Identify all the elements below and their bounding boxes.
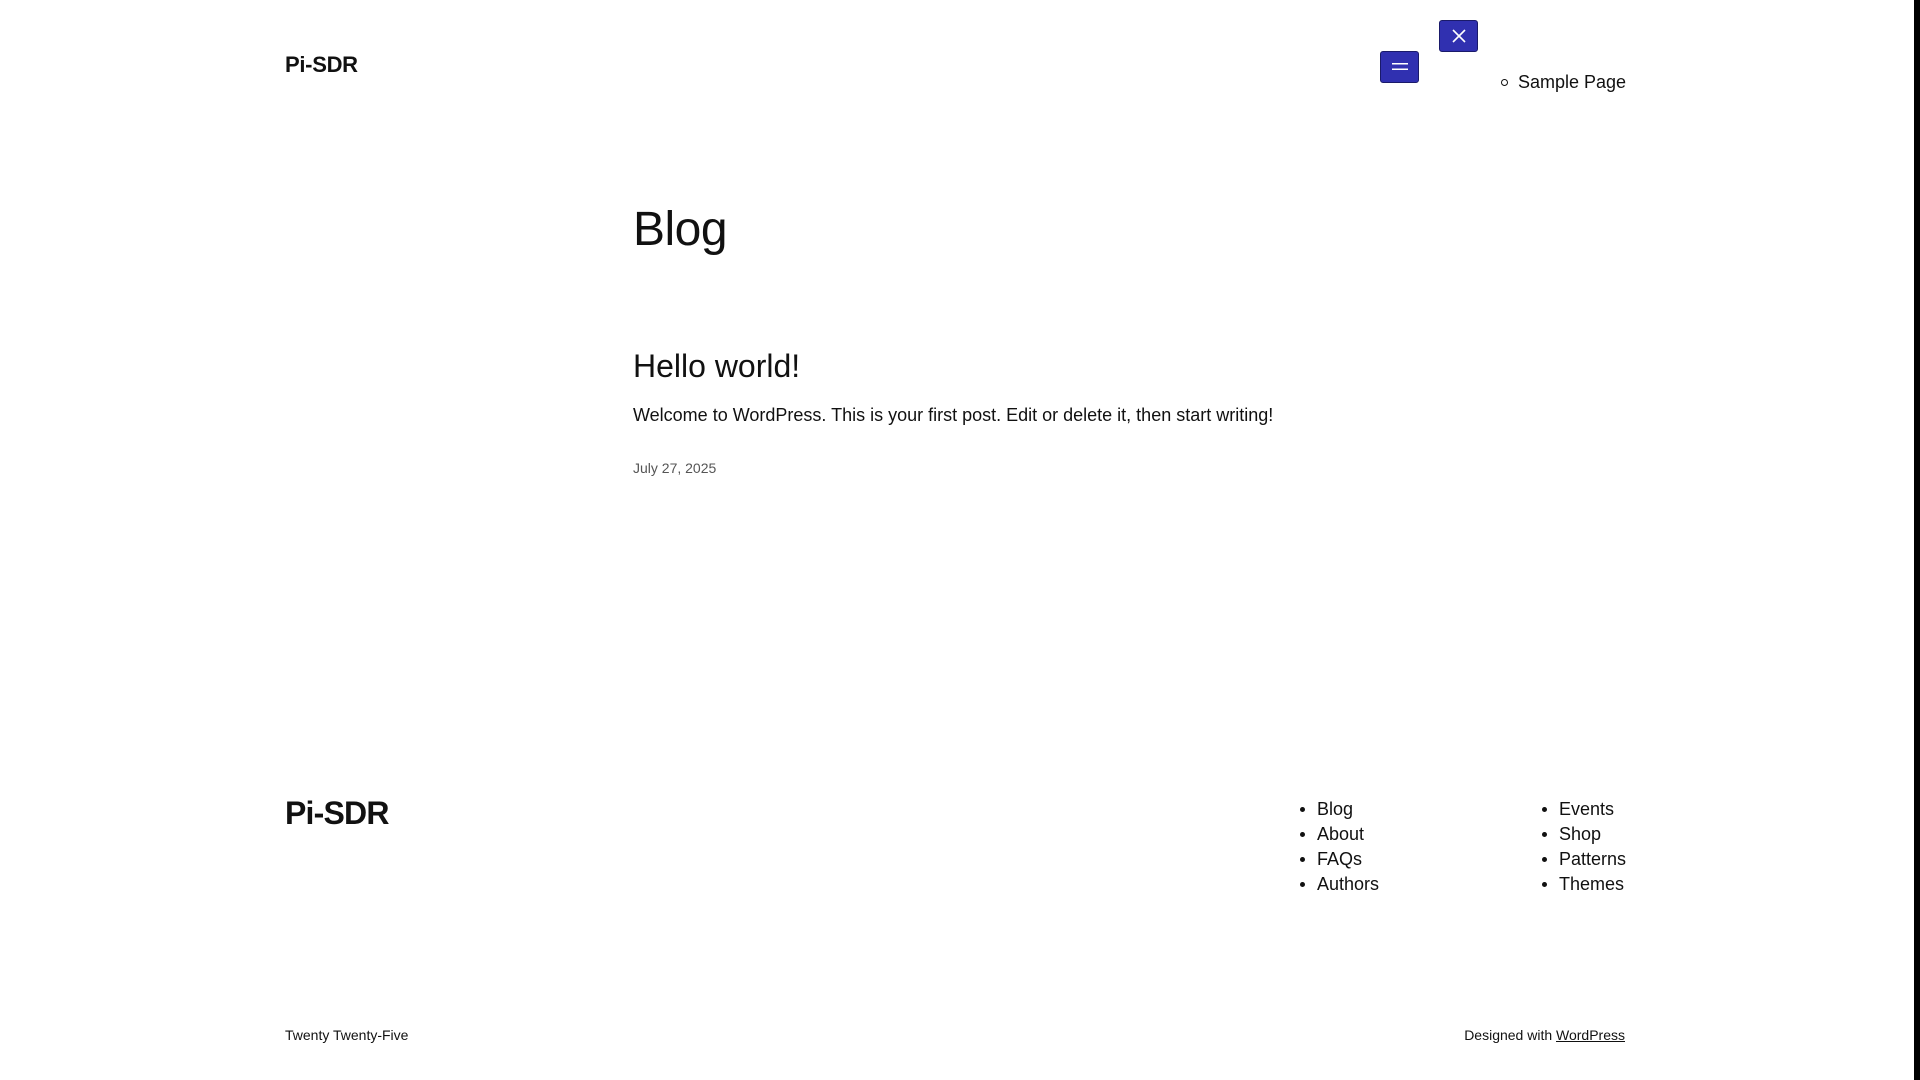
footer-nav-label: Patterns — [1559, 849, 1627, 869]
footer-nav-item-blog[interactable]: Blog — [1300, 798, 1379, 823]
close-menu-button[interactable] — [1439, 20, 1478, 52]
designed-with-credit: Designed with WordPress — [1464, 1027, 1625, 1043]
theme-credit: Twenty Twenty-Five — [285, 1027, 409, 1043]
designed-with-prefix: Designed with — [1464, 1027, 1553, 1043]
footer-nav-item-authors[interactable]: Authors — [1300, 873, 1380, 898]
post-date[interactable]: July 27, 2025 — [633, 460, 716, 476]
nav-item-sample-page[interactable]: Sample Page — [1501, 72, 1627, 93]
close-icon — [1451, 29, 1466, 43]
nav-item-label: Sample Page — [1518, 72, 1627, 92]
footer-nav-column-2: Events Shop Patterns Themes — [1542, 798, 1627, 898]
footer-nav-item-about[interactable]: About — [1300, 823, 1379, 848]
footer-nav-item-shop[interactable]: Shop — [1542, 823, 1626, 848]
list-bullet — [1542, 807, 1547, 812]
footer-nav-item-events[interactable]: Events — [1542, 798, 1626, 823]
post-excerpt: Welcome to WordPress. This is your first… — [633, 405, 1274, 425]
footer-site-title[interactable]: Pi-SDR — [285, 795, 389, 832]
header-navigation: Sample Page — [1501, 72, 1627, 93]
footer-nav-label: Shop — [1559, 824, 1602, 844]
list-bullet — [1542, 832, 1547, 837]
footer-nav-item-faqs[interactable]: FAQs — [1300, 848, 1379, 873]
list-bullet — [1300, 807, 1305, 812]
list-bullet — [1300, 832, 1305, 837]
footer-nav-item-themes[interactable]: Themes — [1542, 873, 1626, 898]
open-menu-button[interactable] — [1380, 51, 1419, 83]
page-title: Blog — [633, 203, 728, 256]
nav-bullet — [1501, 79, 1508, 86]
list-bullet — [1542, 857, 1547, 862]
footer-nav-label: Authors — [1317, 874, 1380, 894]
site-title[interactable]: Pi-SDR — [285, 52, 358, 78]
footer-nav-label: Blog — [1317, 799, 1354, 819]
footer-nav-label: FAQs — [1317, 849, 1363, 869]
hamburger-icon — [1391, 63, 1408, 70]
wordpress-link[interactable]: WordPress — [1556, 1027, 1625, 1043]
list-bullet — [1300, 882, 1305, 887]
list-bullet — [1300, 857, 1305, 862]
footer-nav-label: Themes — [1559, 874, 1625, 894]
footer-nav-column-1: Blog About FAQs Authors — [1300, 798, 1380, 898]
post-title-link[interactable]: Hello world! — [633, 348, 800, 385]
footer-nav-item-patterns[interactable]: Patterns — [1542, 848, 1627, 873]
footer-nav-label: Events — [1559, 799, 1615, 819]
list-bullet — [1542, 882, 1547, 887]
page: Pi-SDR Sample Page Blog Hello world! Wel… — [0, 0, 1920, 1080]
window-edge-bar — [1914, 0, 1920, 1080]
footer-nav-label: About — [1317, 824, 1365, 844]
